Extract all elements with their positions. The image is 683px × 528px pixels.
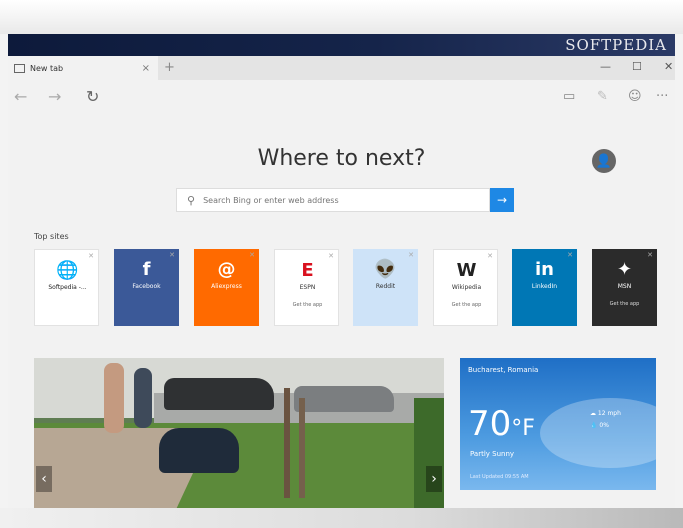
tile-remove-icon[interactable]: ✕ — [487, 252, 493, 260]
tile-remove-icon[interactable]: ✕ — [408, 251, 414, 259]
tile-logo-icon: 🌐 — [56, 260, 79, 281]
weather-temp-unit: °F — [511, 416, 535, 441]
weather-card[interactable]: Bucharest, Romania 70°F ☁ 12 mph 💧 0% Pa… — [460, 358, 656, 490]
news-next-arrow-icon[interactable]: › — [426, 466, 442, 492]
minimize-icon[interactable]: — — [600, 60, 611, 73]
news-photo-tree-2 — [299, 398, 305, 498]
navigation-bar: ← → ↻ ▭ ✎ ☺ ··· — [8, 80, 675, 112]
tile-logo-icon: in — [535, 259, 554, 280]
tab-new-tab[interactable]: New tab × — [8, 56, 158, 80]
tile-remove-icon[interactable]: ✕ — [328, 252, 334, 260]
reading-view-icon[interactable]: ▭ — [563, 89, 575, 104]
tile-remove-icon[interactable]: ✕ — [567, 251, 573, 259]
tile-logo-icon: @ — [217, 259, 236, 280]
news-photo-car-2 — [294, 386, 394, 412]
new-tab-plus-icon[interactable]: + — [164, 60, 175, 75]
window-close-icon[interactable]: ✕ — [664, 60, 673, 73]
tile-label: LinkedIn — [531, 283, 558, 290]
tile-remove-icon[interactable]: ✕ — [647, 251, 653, 259]
back-arrow-icon[interactable]: ← — [14, 87, 27, 106]
weather-updated: Last Updated 09:55 AM — [470, 474, 529, 480]
search-icon: ⚲ — [187, 193, 196, 207]
tile-get-app-label: Get the app — [292, 302, 323, 308]
search-go-button[interactable]: → — [490, 188, 514, 212]
tile-label: ESPN — [299, 284, 316, 291]
tile-logo-icon: ✦ — [616, 259, 633, 280]
browser-window: New tab × + — ☐ ✕ ← → ↻ ▭ ✎ ☺ ··· Where … — [8, 56, 675, 508]
more-icon[interactable]: ··· — [656, 89, 668, 104]
tab-close-icon[interactable]: × — [142, 63, 150, 74]
weather-temperature: 70°F — [468, 404, 535, 444]
tile-label: MSN — [617, 283, 632, 290]
tile-remove-icon[interactable]: ✕ — [169, 251, 175, 259]
tile-logo-icon: f — [142, 259, 151, 280]
top-site-tile[interactable]: ✕ W Wikipedia Get the app — [433, 249, 498, 326]
tile-remove-icon[interactable]: ✕ — [249, 251, 255, 259]
search-box[interactable]: ⚲ — [176, 188, 490, 212]
weather-temp-value: 70 — [468, 404, 512, 444]
tile-get-app-label: Get the app — [609, 301, 640, 307]
softpedia-logo: SOFTPEDIA — [565, 36, 667, 54]
tile-label: Facebook — [132, 283, 161, 290]
news-photo-tree — [284, 388, 290, 498]
weather-condition: Partly Sunny — [470, 450, 515, 458]
screen-bottom-strip — [0, 508, 683, 528]
news-image[interactable]: ‹ › — [34, 358, 444, 508]
top-site-tile[interactable]: ✕ E ESPN Get the app — [274, 249, 339, 326]
tile-remove-icon[interactable]: ✕ — [88, 252, 94, 260]
news-prev-arrow-icon[interactable]: ‹ — [36, 466, 52, 492]
top-site-tile[interactable]: ✕ @ Aliexpress — [194, 249, 259, 326]
page-heading: Where to next? — [257, 146, 426, 171]
weather-cloud-graphic — [540, 398, 656, 468]
forward-arrow-icon[interactable]: → — [48, 87, 61, 106]
weather-humidity: 💧 0% — [590, 422, 609, 429]
tile-logo-icon: 👽 — [374, 259, 397, 280]
news-photo-person-2 — [134, 368, 152, 428]
top-site-tile[interactable]: ✕ ✦ MSN Get the app — [592, 249, 657, 326]
tile-logo-icon: W — [456, 260, 477, 281]
softpedia-banner: SOFTPEDIA — [8, 34, 675, 56]
web-note-icon[interactable]: ✎ — [597, 89, 608, 104]
maximize-icon[interactable]: ☐ — [632, 60, 642, 73]
news-photo-car — [164, 378, 274, 410]
tab-bar: New tab × + — ☐ ✕ — [8, 56, 675, 80]
tab-title: New tab — [30, 63, 64, 73]
avatar-icon[interactable]: 👤 — [592, 149, 616, 173]
search-input[interactable] — [201, 194, 476, 206]
news-photo-person — [104, 363, 124, 433]
tab-page-icon — [14, 63, 25, 73]
tile-label: Wikipedia — [451, 284, 482, 291]
feedback-smiley-icon[interactable]: ☺ — [628, 89, 642, 104]
tile-label: Softpedia -... — [48, 284, 87, 291]
tile-logo-icon: E — [301, 260, 314, 281]
top-site-tile[interactable]: ✕ in LinkedIn — [512, 249, 577, 326]
screen-top-fade — [0, 0, 683, 34]
tile-label: Aliexpress — [211, 283, 242, 290]
top-site-tile[interactable]: ✕ 🌐 Softpedia -... — [34, 249, 99, 326]
weather-location: Bucharest, Romania — [468, 366, 539, 374]
refresh-icon[interactable]: ↻ — [86, 87, 99, 106]
top-sites-label: Top sites — [34, 232, 69, 241]
top-site-tile[interactable]: ✕ f Facebook — [114, 249, 179, 326]
tile-label: Reddit — [375, 283, 396, 290]
tile-get-app-label: Get the app — [451, 302, 482, 308]
weather-wind: ☁ 12 mph — [590, 410, 621, 417]
top-site-tile[interactable]: ✕ 👽 Reddit — [353, 249, 418, 326]
news-photo-officer — [159, 428, 239, 473]
